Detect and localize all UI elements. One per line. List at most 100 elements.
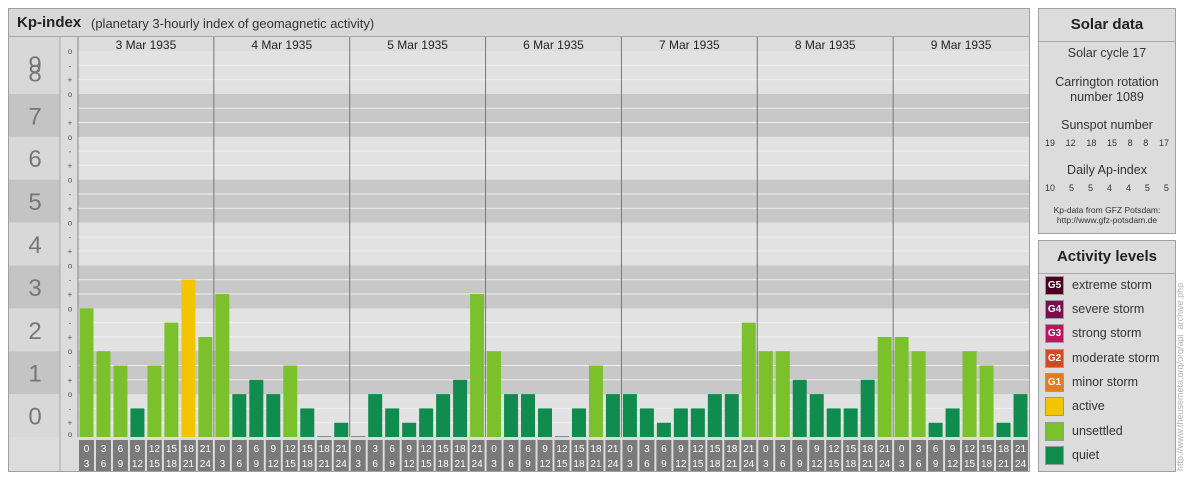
- kp-bar: [113, 365, 128, 437]
- legend-item-strong-storm: G3 strong storm: [1045, 323, 1141, 343]
- carrington-line1: Carrington rotation: [1055, 75, 1159, 89]
- sunspot-value: 8: [1127, 138, 1133, 148]
- ap-value: 5: [1144, 183, 1150, 193]
- kp-bar: [894, 336, 909, 437]
- hour-end-label: 9: [389, 459, 395, 470]
- hour-start-label: 6: [118, 444, 124, 455]
- legend-label: strong storm: [1072, 326, 1142, 340]
- kp-bar: [470, 294, 485, 437]
- kp-bar: [96, 351, 111, 437]
- legend-label: active: [1072, 399, 1105, 413]
- hour-end-label: 6: [780, 459, 786, 470]
- y-minor-tick: +: [68, 290, 73, 299]
- hour-start-label: 3: [644, 444, 650, 455]
- kp-bar: [741, 322, 756, 437]
- y-tick-label: 3: [28, 275, 41, 302]
- kp-bar: [860, 379, 875, 437]
- hour-end-label: 15: [285, 459, 297, 470]
- kp-bar: [487, 351, 502, 437]
- kp-bar: [198, 336, 213, 437]
- hour-start-label: 12: [964, 444, 976, 455]
- hour-start-label: 0: [899, 444, 905, 455]
- hour-start-label: 18: [319, 444, 331, 455]
- hour-start-label: 21: [743, 444, 755, 455]
- hour-start-label: 6: [933, 444, 939, 455]
- hour-start-label: 3: [237, 444, 243, 455]
- plot-band: [78, 222, 1029, 266]
- active-swatch: [1045, 396, 1064, 416]
- legend-item-severe-storm: G4 severe storm: [1045, 299, 1144, 319]
- hour-end-label: 21: [455, 459, 467, 470]
- y-tick-label: 7: [28, 103, 41, 130]
- hour-start-label: 0: [220, 444, 226, 455]
- y-minor-tick: -: [69, 233, 72, 242]
- sunspot-value: 12: [1065, 138, 1076, 148]
- hour-end-label: 3: [84, 459, 90, 470]
- quiet-swatch: [1045, 445, 1064, 465]
- legend-label: quiet: [1072, 448, 1100, 462]
- legend-item-active: active: [1045, 396, 1105, 416]
- sunspot-value: 17: [1158, 138, 1169, 148]
- carrington-line2: number 1089: [1070, 90, 1144, 104]
- hour-start-label: 6: [389, 444, 395, 455]
- kp-bar: [843, 408, 858, 437]
- hour-start-label: 9: [406, 444, 412, 455]
- hour-start-label: 6: [797, 444, 803, 455]
- hour-end-label: 15: [556, 459, 568, 470]
- kp-bar: [928, 422, 943, 437]
- ap-value: 5: [1163, 183, 1169, 193]
- y-minor-tick: o: [68, 176, 73, 185]
- hour-end-label: 18: [845, 459, 857, 470]
- day-label: 7 Mar 1935: [659, 38, 720, 52]
- y-tick-label: 5: [28, 189, 41, 216]
- hour-end-label: 3: [899, 459, 905, 470]
- y-minor-tick: o: [68, 347, 73, 356]
- solar-data-title: Solar data: [1039, 9, 1175, 42]
- kp-bar: [1013, 394, 1028, 437]
- y-minor-tick: o: [68, 219, 73, 228]
- hour-end-label: 21: [183, 459, 195, 470]
- hour-end-label: 15: [421, 459, 433, 470]
- hour-end-label: 9: [933, 459, 939, 470]
- hour-end-label: 24: [879, 459, 891, 470]
- ap-value: 5: [1068, 183, 1074, 193]
- legend-item-minor-storm: G1 minor storm: [1045, 372, 1138, 392]
- y-tick-label: 6: [28, 146, 41, 173]
- y-minor-tick: -: [69, 147, 72, 156]
- hour-end-label: 6: [101, 459, 107, 470]
- hour-end-label: 18: [302, 459, 314, 470]
- kp-bar: [436, 394, 451, 437]
- y-label-top: [9, 37, 60, 51]
- y-minor-tick: -: [69, 276, 72, 285]
- y-minor-tick: -: [69, 104, 72, 113]
- hour-start-label: 6: [254, 444, 260, 455]
- hour-start-label: 12: [421, 444, 433, 455]
- hour-end-label: 24: [607, 459, 619, 470]
- legend-label: unsettled: [1072, 424, 1123, 438]
- kp-bar: [504, 394, 519, 437]
- hour-end-label: 24: [472, 459, 484, 470]
- kp-bar: [283, 365, 298, 437]
- hour-start-label: 21: [607, 444, 619, 455]
- y-tick-label: 0: [28, 404, 41, 431]
- source-note-link[interactable]: http://www.gfz-potsdam.de: [1039, 215, 1175, 226]
- kp-bar: [962, 351, 977, 437]
- plot-band: [78, 136, 1029, 180]
- hour-start-label: 15: [438, 444, 450, 455]
- y-minor-tick: +: [68, 247, 73, 256]
- day-label: 9 Mar 1935: [931, 38, 992, 52]
- day-label: 4 Mar 1935: [251, 38, 312, 52]
- kp-bar: [605, 394, 620, 437]
- hour-end-label: 9: [254, 459, 260, 470]
- kp-bar-chart: 0123456789o+-o+-o+-o+-o+-o+-o+-o+-o+-o 3 …: [9, 37, 1029, 471]
- kp-bar: [334, 422, 349, 437]
- hour-start-label: 21: [200, 444, 212, 455]
- g1-badge: G1: [1045, 372, 1064, 392]
- kp-bar: [215, 294, 230, 437]
- hour-end-label: 3: [491, 459, 497, 470]
- hour-start-label: 12: [828, 444, 840, 455]
- hour-start-label: 12: [692, 444, 704, 455]
- y-minor-tick: +: [68, 161, 73, 170]
- kp-bar: [266, 394, 281, 437]
- ap-index-label: Daily Ap-index: [1067, 163, 1147, 177]
